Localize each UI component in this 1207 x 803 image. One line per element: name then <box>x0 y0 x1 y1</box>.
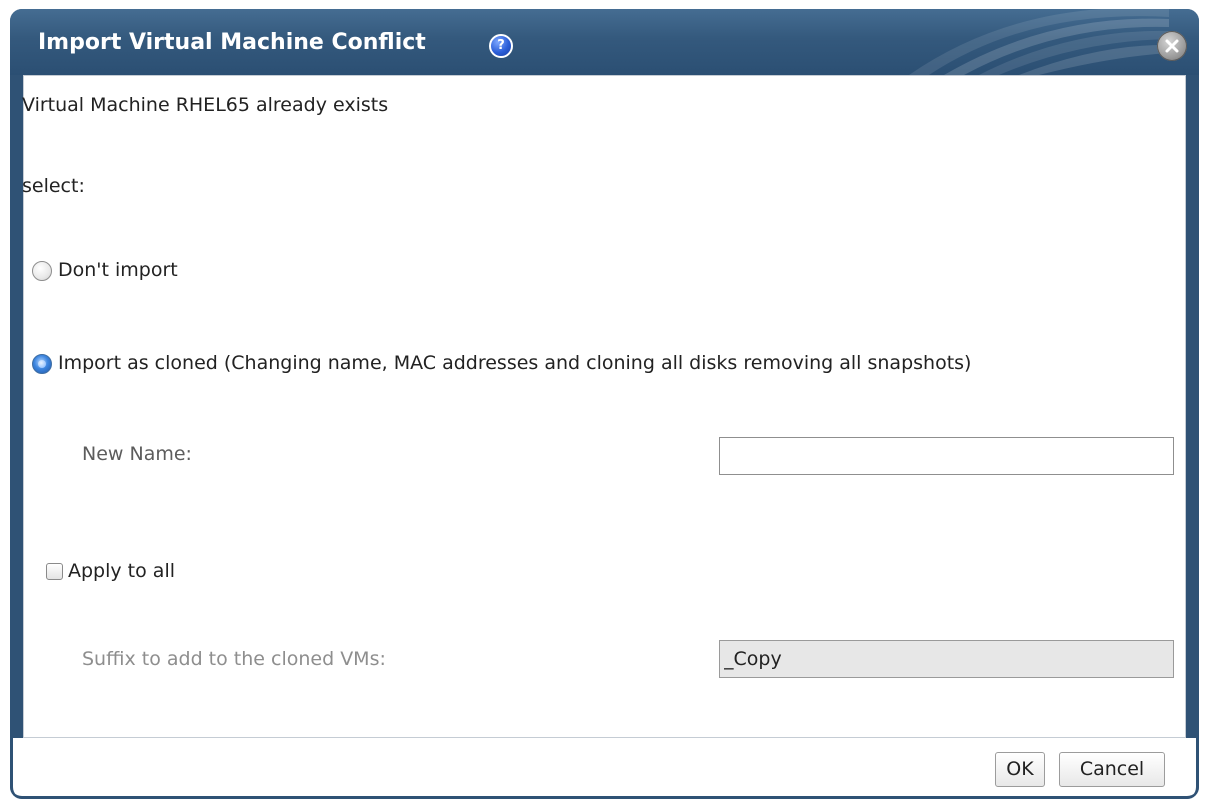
dialog-title: Import Virtual Machine Conflict <box>38 30 426 55</box>
help-icon[interactable]: ? <box>489 34 513 58</box>
close-x-glyph <box>1165 39 1179 53</box>
import-conflict-dialog: Import Virtual Machine Conflict ? Virtua… <box>10 9 1199 799</box>
new-name-input[interactable] <box>719 437 1174 475</box>
suffix-label: Suffix to add to the cloned VMs: <box>82 648 386 670</box>
close-icon[interactable] <box>1157 31 1187 61</box>
suffix-input[interactable] <box>719 640 1174 678</box>
new-name-label: New Name: <box>82 443 192 465</box>
ok-button[interactable]: OK <box>995 752 1045 787</box>
apply-to-all-label[interactable]: Apply to all <box>68 559 175 583</box>
titlebar-decoration <box>909 9 1169 75</box>
import-as-cloned-label[interactable]: Import as cloned (Changing name, MAC add… <box>58 351 971 375</box>
cancel-button[interactable]: Cancel <box>1059 752 1165 787</box>
conflict-message: Virtual Machine RHEL65 already exists <box>22 94 389 116</box>
apply-to-all-checkbox[interactable] <box>46 563 63 580</box>
dont-import-label[interactable]: Don't import <box>58 258 178 282</box>
dialog-titlebar: Import Virtual Machine Conflict ? <box>10 9 1199 75</box>
select-label: select: <box>22 175 85 197</box>
dialog-footer: OK Cancel <box>10 738 1199 799</box>
dont-import-radio[interactable] <box>32 261 52 281</box>
dialog-content: Virtual Machine RHEL65 already exists se… <box>22 75 1186 738</box>
import-as-cloned-radio[interactable] <box>32 354 52 374</box>
